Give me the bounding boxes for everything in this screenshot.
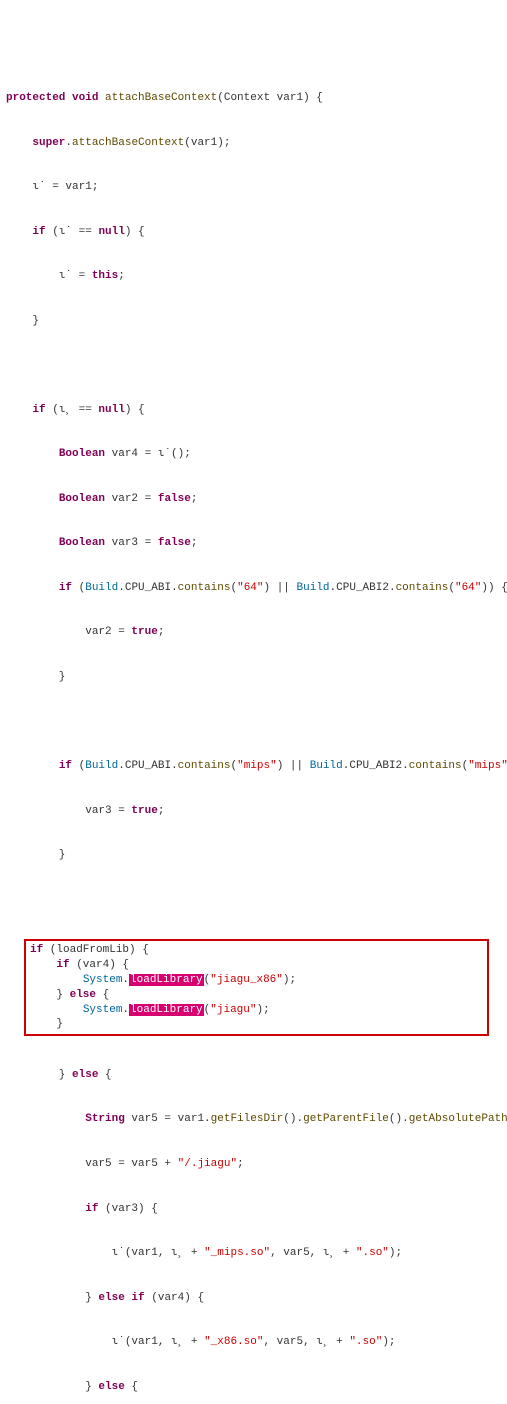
- loadlibrary-hl: loadLibrary: [129, 1004, 204, 1016]
- highlight-box-loadlibrary: if (loadFromLib) { if (var4) { System.lo…: [24, 939, 489, 1036]
- line-if-null: if (ι˙ == null) {: [6, 225, 501, 240]
- line-loadlib-jiagu: System.loadLibrary("jiagu");: [30, 1003, 483, 1018]
- line-if-null2: if (ι¸ == null) {: [6, 403, 501, 418]
- line-assign-field: ι˙ = var1;: [6, 180, 501, 195]
- line-copy-mips: ι˙(var1, ι¸ + "_mips.so", var5, ι¸ + ".s…: [6, 1246, 501, 1261]
- decompiled-java-code: protected void attachBaseContext(Context…: [0, 59, 507, 1404]
- line-if-cpu-64: if (Build.CPU_ABI.contains("64") || Buil…: [6, 581, 501, 596]
- line-super-call: super.attachBaseContext(var1);: [6, 136, 501, 151]
- line-copy-x86: ι˙(var1, ι¸ + "_x86.so", var5, ι¸ + ".so…: [6, 1335, 501, 1350]
- loadlibrary-hl: loadLibrary: [129, 974, 204, 986]
- line-assign-this: ι˙ = this;: [6, 269, 501, 284]
- line-getpath: String var5 = var1.getFilesDir().getPare…: [6, 1112, 501, 1127]
- line-method-sig: protected void attachBaseContext(Context…: [6, 91, 501, 106]
- line-loadlib-x86: System.loadLibrary("jiagu_x86");: [30, 973, 483, 988]
- line-if-loadfromlib: if (loadFromLib) {: [30, 943, 483, 958]
- line-if-cpu-mips: if (Build.CPU_ABI.contains("mips") || Bu…: [6, 759, 501, 774]
